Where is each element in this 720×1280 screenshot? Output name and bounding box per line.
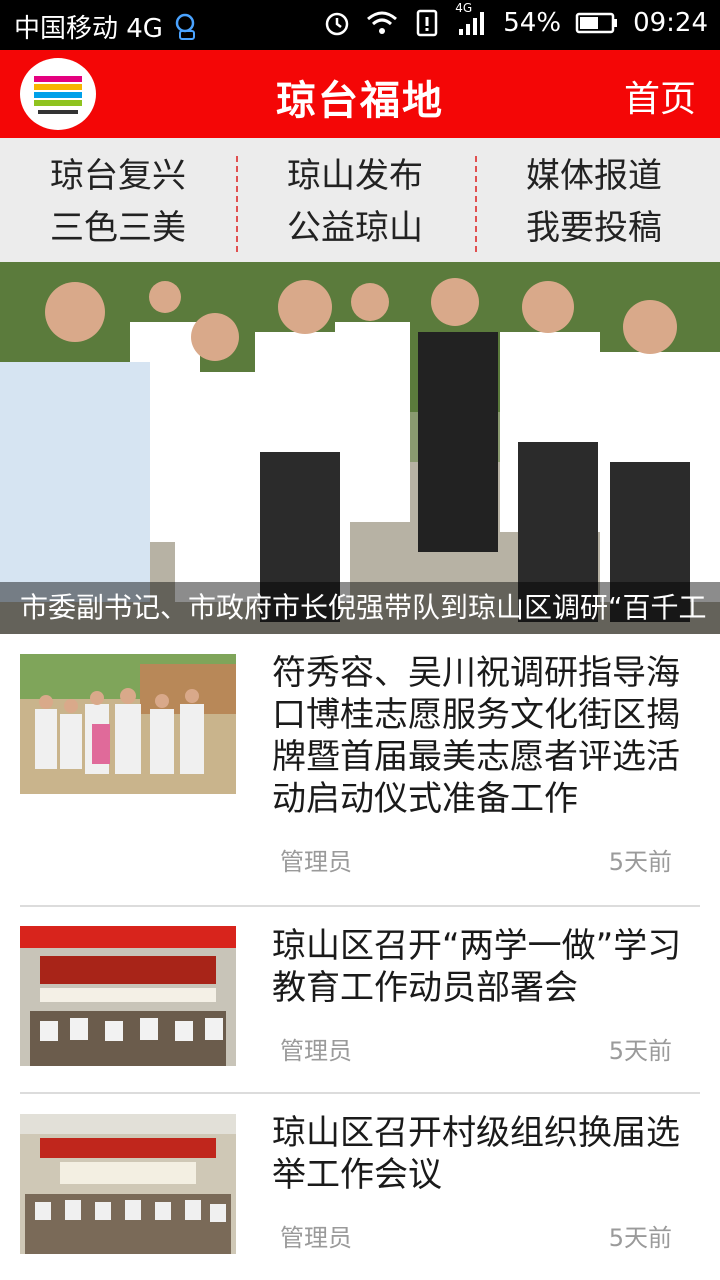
news-time: 5天前 bbox=[608, 1037, 672, 1065]
nav-item-qiongshan-fabu[interactable]: 琼山发布 bbox=[237, 153, 473, 199]
battery-percent: 54% bbox=[503, 8, 562, 38]
nav-item-charity[interactable]: 公益琼山 bbox=[237, 205, 473, 251]
news-time: 5天前 bbox=[608, 1224, 672, 1252]
signal-icon: 4G bbox=[455, 1, 489, 37]
news-author: 管理员 bbox=[280, 1037, 352, 1065]
news-thumbnail bbox=[20, 1114, 236, 1254]
list-item[interactable]: 琼山区召开村级组织换届选举工作会议 管理员 5天前 bbox=[0, 1094, 720, 1280]
battery-icon bbox=[575, 9, 619, 37]
hero-banner[interactable]: 市委副书记、市政府市长倪强带队到琼山区调研“百千工 bbox=[0, 262, 720, 634]
list-item[interactable]: 琼山区召开“两学一做”学习教育工作动员部署会 管理员 5天前 bbox=[0, 907, 720, 1093]
news-title: 琼山区召开“两学一做”学习教育工作动员部署会 bbox=[272, 926, 682, 1008]
nav-divider bbox=[236, 156, 238, 252]
news-thumbnail bbox=[20, 654, 236, 794]
home-button[interactable]: 首页 bbox=[624, 70, 696, 122]
nav-item-media-reports[interactable]: 媒体报道 bbox=[476, 153, 712, 199]
assistant-icon bbox=[171, 13, 199, 41]
nav-item-qiongtai-fuxing[interactable]: 琼台复兴 bbox=[0, 153, 236, 199]
network-type-label: 4G bbox=[455, 1, 473, 15]
news-author: 管理员 bbox=[280, 1224, 352, 1252]
news-time: 5天前 bbox=[608, 848, 672, 876]
status-bar: 中国移动 4G 4G 54% 09:24 bbox=[0, 0, 720, 50]
news-title: 琼山区召开村级组织换届选举工作会议 bbox=[272, 1113, 680, 1195]
list-item[interactable]: 符秀容、吴川祝调研指导海口博桂志愿服务文化街区揭牌暨首届最美志愿者评选活动启动仪… bbox=[0, 634, 720, 906]
app-header: 琼台福地 首页 bbox=[0, 50, 720, 138]
nav-divider bbox=[475, 156, 477, 252]
news-title: 符秀容、吴川祝调研指导海口博桂志愿服务文化街区揭牌暨首届最美志愿者评选活动启动仪… bbox=[272, 653, 680, 819]
carrier-label: 中国移动 4G bbox=[14, 14, 163, 44]
page-title: 琼台福地 bbox=[276, 78, 444, 124]
wifi-icon bbox=[365, 9, 399, 37]
hero-photo bbox=[0, 262, 720, 634]
alarm-icon bbox=[323, 9, 351, 37]
nav-item-sanse-sanmei[interactable]: 三色三美 bbox=[0, 205, 236, 251]
clock: 09:24 bbox=[633, 8, 708, 38]
nav-item-submit-article[interactable]: 我要投稿 bbox=[476, 205, 712, 251]
hero-caption: 市委副书记、市政府市长倪强带队到琼山区调研“百千工 bbox=[0, 582, 720, 634]
sim-alert-icon bbox=[413, 9, 441, 37]
news-thumbnail bbox=[20, 926, 236, 1066]
news-author: 管理员 bbox=[280, 848, 352, 876]
